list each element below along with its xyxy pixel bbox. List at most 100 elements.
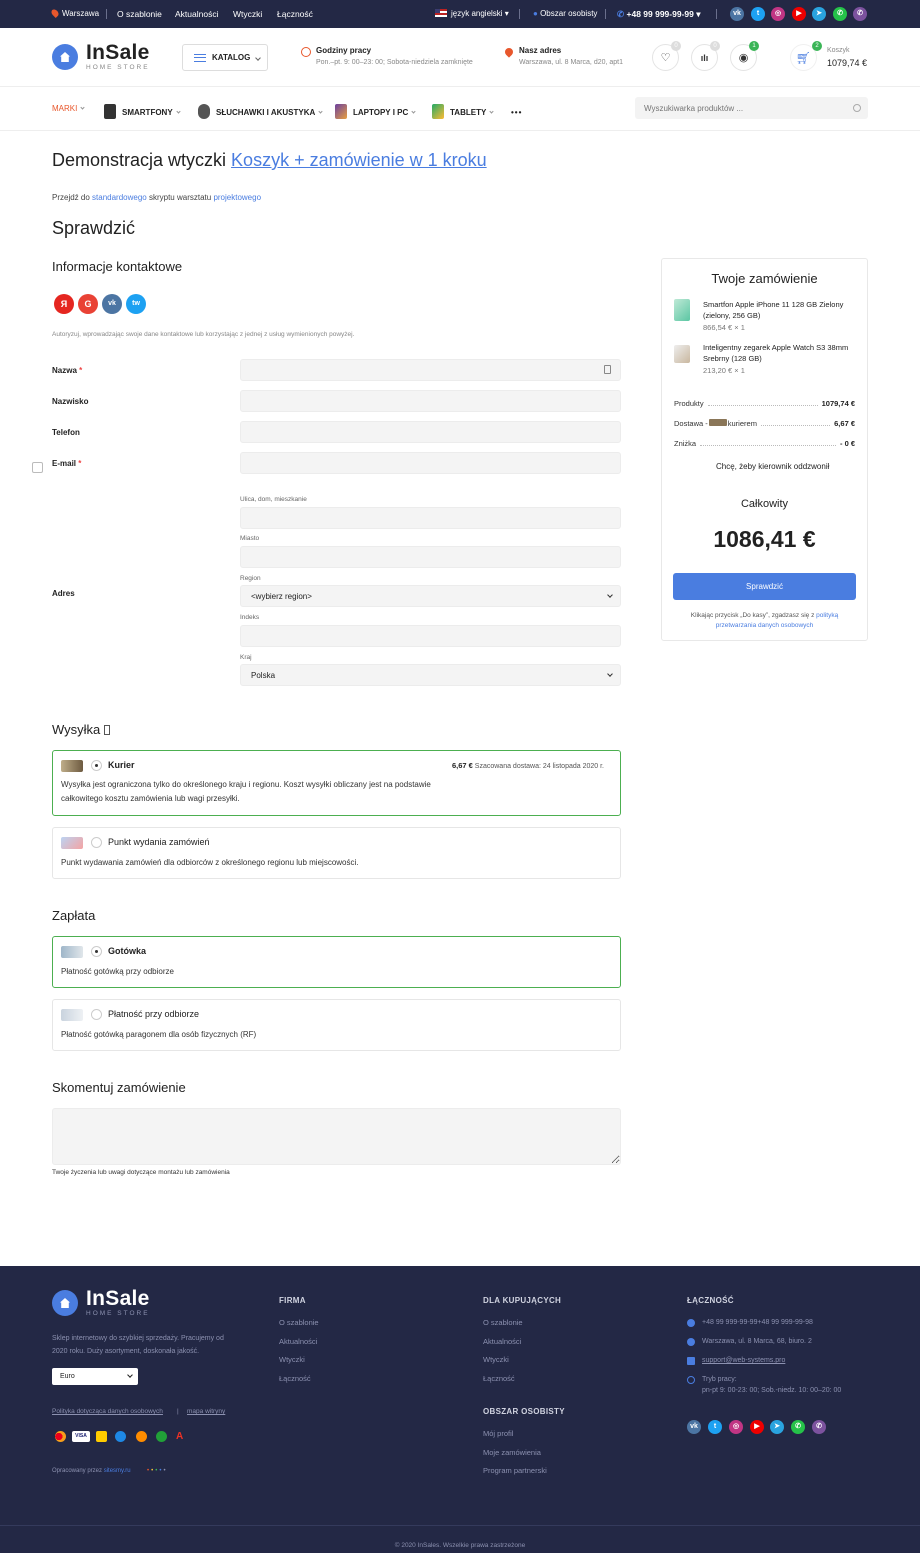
footer-link[interactable]: Aktualności <box>483 1337 521 1346</box>
nav-item-smartphones[interactable]: SMARTFONY <box>104 104 181 119</box>
telegram-icon[interactable]: ➤ <box>770 1420 784 1434</box>
developer-logo-dots-icon: ••••• <box>147 1468 168 1474</box>
language-selector[interactable]: język angielski ▾ <box>435 9 509 18</box>
standard-checkout-link[interactable]: standardowego <box>92 193 147 202</box>
search-icon[interactable] <box>853 104 861 112</box>
developer-link[interactable]: sitesmy.ru <box>104 1468 131 1474</box>
email-field[interactable] <box>240 452 621 474</box>
currency-select[interactable]: Euro <box>52 1368 138 1385</box>
cod-radio[interactable] <box>91 1009 102 1020</box>
nav-item-tablets[interactable]: TABLETY <box>432 104 494 119</box>
pickup-radio[interactable] <box>91 837 102 848</box>
logo[interactable]: InSale HOME STORE <box>52 42 150 71</box>
callback-checkbox[interactable] <box>32 462 43 473</box>
footer-link[interactable]: Moje zamówienia <box>483 1448 541 1457</box>
footer-phone[interactable]: +48 99 999-99-99+48 99 999-99-98 <box>702 1318 813 1328</box>
headphones-thumb <box>198 104 210 119</box>
twitter-icon[interactable]: t <box>708 1420 722 1434</box>
footer-link[interactable]: O szablonie <box>483 1318 523 1327</box>
yandex-icon[interactable]: Я <box>54 294 74 314</box>
whatsapp-icon[interactable]: ✆ <box>791 1420 805 1434</box>
whatsapp-icon[interactable]: ✆ <box>833 7 847 21</box>
footer-link[interactable]: Wtyczki <box>279 1355 305 1364</box>
product-name[interactable]: Inteligentny zegarek Apple Watch S3 38mm… <box>703 342 859 364</box>
vk-icon[interactable]: vk <box>687 1420 701 1434</box>
region-select[interactable]: <wybierz region> <box>240 585 621 607</box>
topbar-link-contact[interactable]: Łączność <box>277 9 313 19</box>
account-link[interactable]: ● Obszar osobisty <box>533 9 597 18</box>
city-selector[interactable]: Warszawa <box>50 8 99 18</box>
viewed-button[interactable]: ◉ 1 <box>730 41 759 71</box>
footer-col-account: OBSZAR OSOBISTY <box>483 1407 565 1416</box>
youtube-icon[interactable]: ▶ <box>792 7 806 21</box>
footer-link[interactable]: Łączność <box>279 1374 311 1383</box>
callback-label[interactable]: Chcę, żeby kierownik oddzwonił <box>716 462 829 471</box>
cash-radio[interactable] <box>91 946 102 957</box>
footer-link[interactable]: Aktualności <box>279 1337 317 1346</box>
topbar-link-about[interactable]: O szablonie <box>117 9 162 19</box>
payment-option-cod[interactable]: Płatność przy odbiorze Płatność gotówką … <box>52 999 621 1051</box>
country-select[interactable]: Polska <box>240 664 621 686</box>
instagram-icon[interactable]: ◎ <box>771 7 785 21</box>
autofill-icon[interactable] <box>604 365 611 374</box>
checkout-title: Sprawdzić <box>52 218 136 238</box>
footer-link[interactable]: O szablonie <box>279 1318 319 1327</box>
region-label: Region <box>240 575 261 582</box>
twitter-icon[interactable]: tw <box>126 294 146 314</box>
twitter-icon[interactable]: t <box>751 7 765 21</box>
catalog-button[interactable]: KATALOG <box>182 44 268 71</box>
product-name[interactable]: Smartfon Apple iPhone 11 128 GB Zielony … <box>703 299 859 321</box>
footer-link[interactable]: Program partnerski <box>483 1466 547 1475</box>
sitemap-link[interactable]: mapa witryny <box>187 1408 225 1415</box>
youtube-icon[interactable]: ▶ <box>750 1420 764 1434</box>
surname-label: Nazwisko <box>52 397 89 406</box>
search-input[interactable] <box>635 97 868 119</box>
google-icon[interactable]: G <box>78 294 98 314</box>
phone-field[interactable] <box>240 421 621 443</box>
zip-field[interactable] <box>240 625 621 647</box>
telegram-icon[interactable]: ➤ <box>812 7 826 21</box>
footer-logo[interactable]: InSale HOME STORE <box>52 1288 150 1317</box>
nav-item-headphones[interactable]: SŁUCHAWKI I AKUSTYKA <box>198 104 323 119</box>
divider <box>605 9 606 19</box>
city-field[interactable] <box>240 546 621 568</box>
shipping-option-courier[interactable]: Kurier 6,67 € Szacowana dostawa: 24 list… <box>52 750 621 816</box>
viewed-count: 1 <box>749 41 759 51</box>
policy-link[interactable]: Polityka dotycząca danych osobowych <box>52 1408 163 1415</box>
more-menu-button[interactable]: ••• <box>511 108 522 117</box>
topbar-link-plugins[interactable]: Wtyczki <box>233 9 262 19</box>
instagram-icon[interactable]: ◎ <box>729 1420 743 1434</box>
checkout-switch-note: Przejdź do standardowego skryptu warszta… <box>52 193 262 202</box>
checkout-submit-button[interactable]: Sprawdzić <box>673 573 856 600</box>
info-icon[interactable] <box>103 725 110 735</box>
cart-total: 1079,74 € <box>827 58 868 68</box>
comment-textarea[interactable] <box>52 1108 621 1165</box>
divider <box>106 9 107 19</box>
surname-field[interactable] <box>240 390 621 412</box>
viber-icon[interactable]: ✆ <box>853 7 867 21</box>
viber-icon[interactable]: ✆ <box>812 1420 826 1434</box>
payment-option-cash[interactable]: Gotówka Płatność gotówką przy odbiorze <box>52 936 621 988</box>
topbar-link-news[interactable]: Aktualności <box>175 9 218 19</box>
developer-credit: Opracowany przez sitesmy.ru <box>52 1468 131 1474</box>
courier-radio[interactable] <box>91 760 102 771</box>
payment-title: Zapłata <box>52 908 96 923</box>
name-field[interactable] <box>240 359 621 381</box>
name-label: Nazwa * <box>52 366 83 375</box>
footer-link[interactable]: Mój profil <box>483 1429 513 1438</box>
footer-email[interactable]: support@web-systems.pro <box>702 1356 785 1366</box>
cash-thumb <box>61 946 83 958</box>
nav-item-laptops[interactable]: LAPTOPY I PC <box>335 104 416 119</box>
street-field[interactable] <box>240 507 621 529</box>
vk-icon[interactable]: vk <box>102 294 122 314</box>
shipping-option-pickup[interactable]: Punkt wydania zamówień Punkt wydawania z… <box>52 827 621 879</box>
wishlist-button[interactable]: ♡ 0 <box>652 41 681 71</box>
footer-link[interactable]: Łączność <box>483 1374 515 1383</box>
nav-item-brands[interactable]: MARKI <box>52 104 85 113</box>
compare-button[interactable]: ılı 0 <box>691 41 720 71</box>
footer-link[interactable]: Wtyczki <box>483 1355 509 1364</box>
phone-dropdown[interactable]: ✆ +48 99 999-99-99 ▾ <box>617 9 701 20</box>
vk-icon[interactable]: vk <box>730 7 744 21</box>
plugin-link[interactable]: Koszyk + zamówienie w 1 kroku <box>231 150 487 170</box>
design-checkout-link[interactable]: projektowego <box>213 193 261 202</box>
